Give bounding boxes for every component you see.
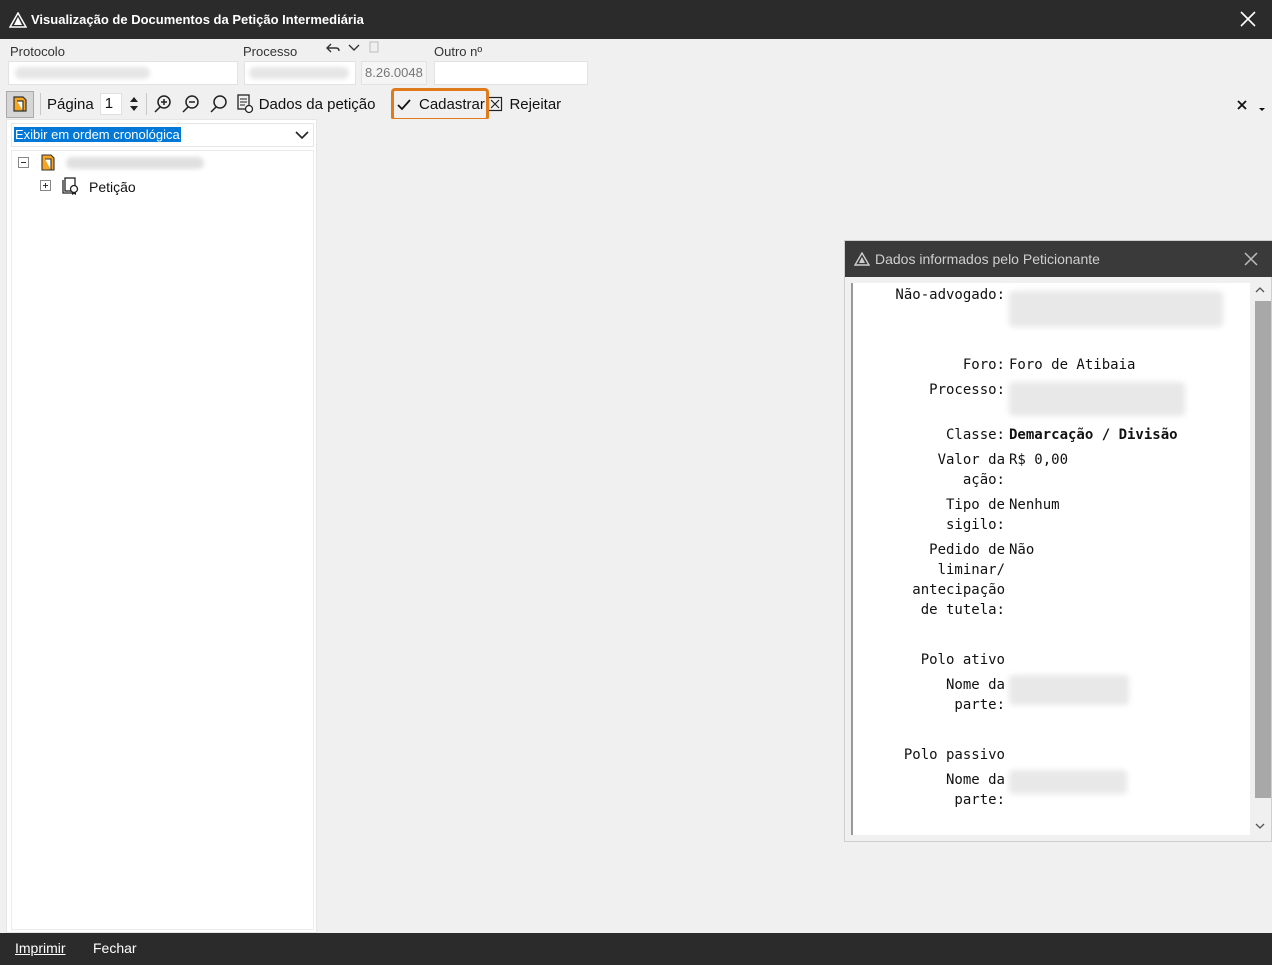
cadastrar-button[interactable]: Cadastrar bbox=[391, 88, 489, 121]
polo-ativo-heading: Polo ativo bbox=[920, 652, 1005, 668]
nao-advogado-label: Não-advogado: bbox=[895, 287, 1005, 303]
left-panel: Exibir em ordem cronológica Petição bbox=[6, 119, 317, 933]
scroll-up-icon[interactable] bbox=[1254, 285, 1266, 295]
protocolo-label: Protocolo bbox=[10, 44, 65, 59]
pedido-label-4: de tutela: bbox=[920, 602, 1005, 618]
nome-parte-ativo-label-1: Nome da bbox=[945, 677, 1005, 693]
back-arrow-icon[interactable] bbox=[326, 42, 340, 54]
scroll-down-icon[interactable] bbox=[1254, 821, 1266, 831]
dialog-title-bar: Dados informados pelo Peticionante bbox=[845, 241, 1272, 277]
zoom-in-icon[interactable] bbox=[153, 94, 173, 114]
dialog-content: Não-advogado: Foro: Foro de Atibaia Proc… bbox=[851, 283, 1251, 835]
expand-icon[interactable] bbox=[40, 180, 51, 191]
toolbar-close-icon[interactable] bbox=[1236, 99, 1248, 111]
rejeitar-icon-wrap[interactable]: Rejeitar bbox=[487, 90, 561, 118]
valor-value: R$ 0,00 bbox=[1009, 452, 1069, 468]
dialog-close-icon[interactable] bbox=[1243, 251, 1259, 267]
pagina-label: Página bbox=[47, 95, 94, 113]
close-icon[interactable] bbox=[1238, 9, 1258, 29]
page-stepper-icon[interactable] bbox=[128, 95, 140, 113]
imprimir-button[interactable]: Imprimir bbox=[15, 940, 66, 956]
document-toggle-button[interactable] bbox=[6, 90, 34, 118]
check-icon bbox=[397, 98, 411, 110]
dialog-scrollbar[interactable] bbox=[1250, 283, 1271, 835]
app-logo-icon bbox=[9, 11, 27, 28]
protocolo-input[interactable] bbox=[8, 61, 238, 85]
outro-label: Outro nº bbox=[434, 44, 483, 59]
foro-label: Foro: bbox=[962, 357, 1005, 373]
order-select-value: Exibir em ordem cronológica bbox=[14, 127, 181, 142]
outro-input[interactable] bbox=[434, 61, 588, 85]
bottom-bar: Imprimir Fechar bbox=[0, 933, 1272, 965]
petition-icon bbox=[62, 177, 79, 195]
tipo-sigilo-label-2: sigilo: bbox=[945, 517, 1005, 533]
zoom-fit-icon[interactable] bbox=[209, 94, 229, 114]
fechar-button[interactable]: Fechar bbox=[93, 940, 137, 956]
cadastrar-label: Cadastrar bbox=[419, 96, 485, 113]
tipo-sigilo-label-1: Tipo de bbox=[945, 497, 1005, 513]
valor-label-2: ação: bbox=[962, 472, 1005, 488]
chevron-down-icon[interactable] bbox=[293, 126, 311, 144]
processo-input[interactable] bbox=[244, 61, 356, 85]
nome-parte-ativo-label-2: parte: bbox=[954, 697, 1005, 713]
order-select[interactable]: Exibir em ordem cronológica bbox=[11, 123, 314, 147]
classe-value: Demarcação / Divisão bbox=[1009, 427, 1178, 443]
toolbar: Página 1 Dados da petição Rejeitar bbox=[0, 89, 1272, 119]
foro-value: Foro de Atibaia bbox=[1009, 357, 1136, 373]
zoom-out-icon[interactable] bbox=[181, 94, 201, 114]
processo-label: Processo bbox=[243, 44, 298, 59]
document-icon bbox=[41, 154, 55, 171]
copy-icon[interactable] bbox=[368, 41, 380, 53]
tipo-sigilo-value: Nenhum bbox=[1009, 497, 1060, 513]
polo-passivo-heading: Polo passivo bbox=[903, 747, 1005, 763]
title-bar: Visualização de Documentos da Petição In… bbox=[0, 0, 1272, 39]
dados-peticao-button[interactable]: Dados da petição bbox=[259, 90, 376, 118]
document-tree: Petição bbox=[11, 150, 314, 930]
document-icon bbox=[13, 96, 27, 112]
rejeitar-button[interactable]: Rejeitar bbox=[509, 96, 561, 113]
classe-label: Classe: bbox=[945, 427, 1005, 443]
reject-icon bbox=[488, 96, 503, 112]
nome-parte-passivo-label-2: parte: bbox=[954, 792, 1005, 808]
toolbar-overflow-icon[interactable] bbox=[1258, 107, 1266, 113]
dialog-title: Dados informados pelo Peticionante bbox=[875, 251, 1100, 267]
pedido-label-1: Pedido de bbox=[929, 542, 1005, 558]
chevron-down-icon[interactable] bbox=[348, 43, 360, 53]
tree-item-peticao[interactable]: Petição bbox=[89, 179, 136, 195]
petitioner-data-dialog: Dados informados pelo Peticionante Não-a… bbox=[844, 240, 1272, 842]
scroll-thumb[interactable] bbox=[1255, 301, 1271, 798]
pedido-label-3: antecipação bbox=[912, 582, 1005, 598]
collapse-icon[interactable] bbox=[18, 157, 29, 168]
page-number-input[interactable]: 1 bbox=[99, 93, 122, 115]
processo-label-dialog: Processo: bbox=[929, 382, 1005, 398]
app-logo-icon bbox=[854, 252, 870, 266]
header-fields: Protocolo Processo 8.26.0048 Outro nº bbox=[0, 39, 1272, 89]
processo-suffix-field: 8.26.0048 bbox=[361, 61, 427, 85]
window-title: Visualização de Documentos da Petição In… bbox=[31, 12, 364, 27]
nome-parte-passivo-label-1: Nome da bbox=[945, 772, 1005, 788]
pedido-value: Não bbox=[1009, 542, 1035, 558]
petition-data-icon bbox=[235, 94, 255, 114]
valor-label-1: Valor da bbox=[937, 452, 1005, 468]
pedido-label-2: liminar/ bbox=[937, 562, 1005, 578]
